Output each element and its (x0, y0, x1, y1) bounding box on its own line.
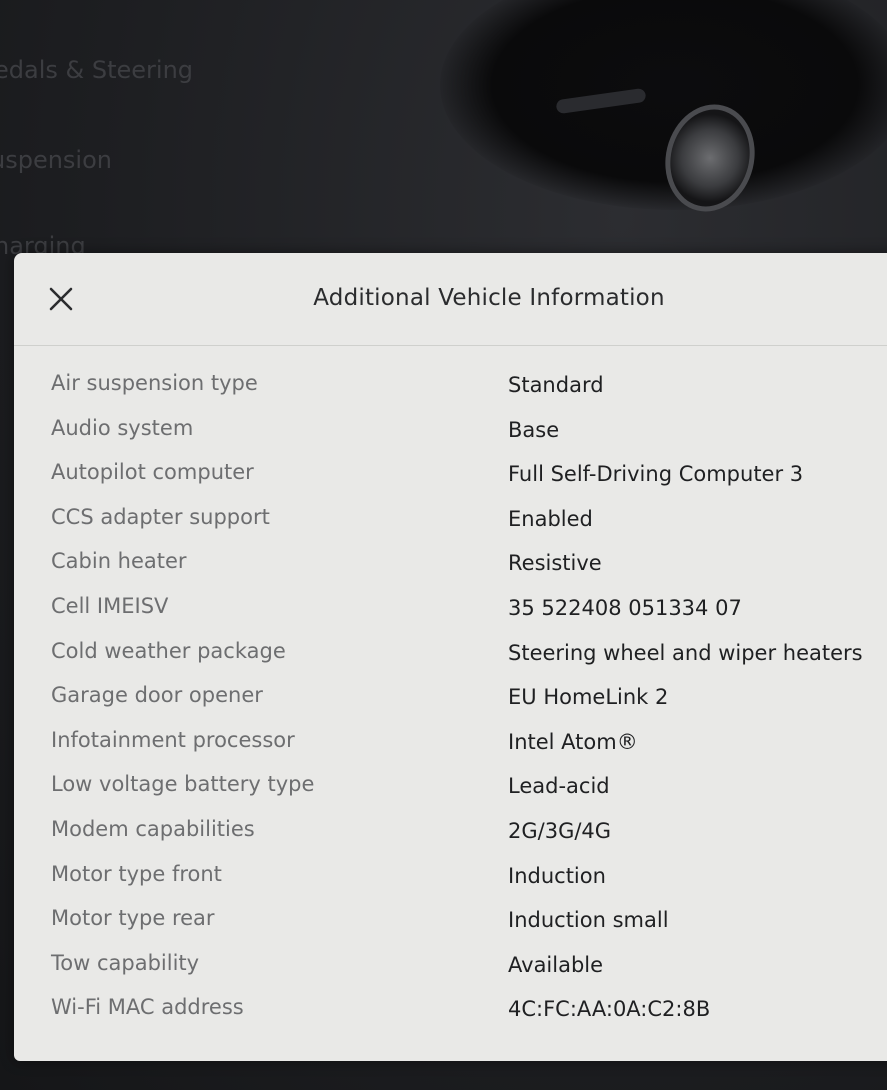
info-row: CCS adapter support Enabled (14, 505, 887, 550)
info-label: Audio system (51, 415, 194, 440)
additional-vehicle-info-modal: Additional Vehicle Information Air suspe… (14, 253, 887, 1061)
info-value: Available (508, 952, 604, 977)
info-row: Wi-Fi MAC address 4C:FC:AA:0A:C2:8B (14, 995, 887, 1040)
info-value: 4C:FC:AA:0A:C2:8B (508, 997, 711, 1022)
info-value: Intel Atom® (508, 729, 638, 754)
info-label: Autopilot computer (51, 460, 254, 485)
info-label: Modem capabilities (51, 816, 255, 841)
info-label: Motor type rear (51, 906, 215, 931)
info-row: Cold weather package Steering wheel and w… (14, 639, 887, 684)
info-label: Motor type front (51, 861, 222, 886)
info-label: Tow capability (51, 950, 200, 975)
info-row: Tow capability Available (14, 951, 887, 996)
bg-menu-item-suspension[interactable]: uspension (0, 146, 112, 174)
info-row: Motor type front Induction (14, 862, 887, 907)
info-label: Cold weather package (51, 638, 286, 663)
info-value: 2G/3G/4G (508, 818, 612, 843)
vehicle-info-list: Air suspension type Standard Audio system B… (14, 371, 887, 1040)
info-row: Audio system Base (14, 416, 887, 461)
info-value: 35 522408 051334 07 (508, 595, 742, 620)
bg-menu-item-pedals-steering[interactable]: edals & Steering (0, 56, 193, 84)
info-row: Infotainment processor Intel Atom® (14, 728, 887, 773)
info-value: Standard (508, 373, 604, 397)
info-row: Cell IMEISV 35 522408 051334 07 (14, 594, 887, 639)
info-value: Lead-acid (508, 774, 610, 799)
info-row: Low voltage battery type Lead-acid (14, 772, 887, 817)
info-label: Cell IMEISV (51, 593, 169, 618)
info-value: EU HomeLink 2 (508, 685, 669, 710)
info-label: Garage door opener (51, 683, 263, 708)
info-value: Full Self-Driving Computer 3 (508, 462, 804, 487)
info-row: Modem capabilities 2G/3G/4G (14, 817, 887, 862)
info-row: Autopilot computer Full Self-Driving Comp… (14, 460, 887, 505)
info-value: Resistive (508, 551, 602, 576)
modal-header: Additional Vehicle Information (14, 253, 887, 346)
vehicle-image (440, 0, 887, 210)
info-value: Induction (508, 863, 606, 888)
info-label: Cabin heater (51, 549, 187, 574)
info-label: Wi-Fi MAC address (51, 995, 244, 1020)
info-row: Cabin heater Resistive (14, 549, 887, 594)
info-value: Induction small (508, 908, 669, 933)
info-label: Low voltage battery type (51, 772, 315, 797)
info-row: Motor type rear Induction small (14, 906, 887, 951)
info-label: Infotainment processor (51, 727, 295, 752)
info-label: CCS adapter support (51, 504, 270, 529)
info-value: Base (508, 417, 560, 442)
info-row: Garage door opener EU HomeLink 2 (14, 683, 887, 728)
info-value: Enabled (508, 506, 593, 531)
modal-title: Additional Vehicle Information (313, 285, 665, 311)
info-row: Air suspension type Standard (14, 371, 887, 416)
info-value: Steering wheel and wiper heaters (508, 640, 863, 665)
info-label: Air suspension type (51, 371, 258, 395)
